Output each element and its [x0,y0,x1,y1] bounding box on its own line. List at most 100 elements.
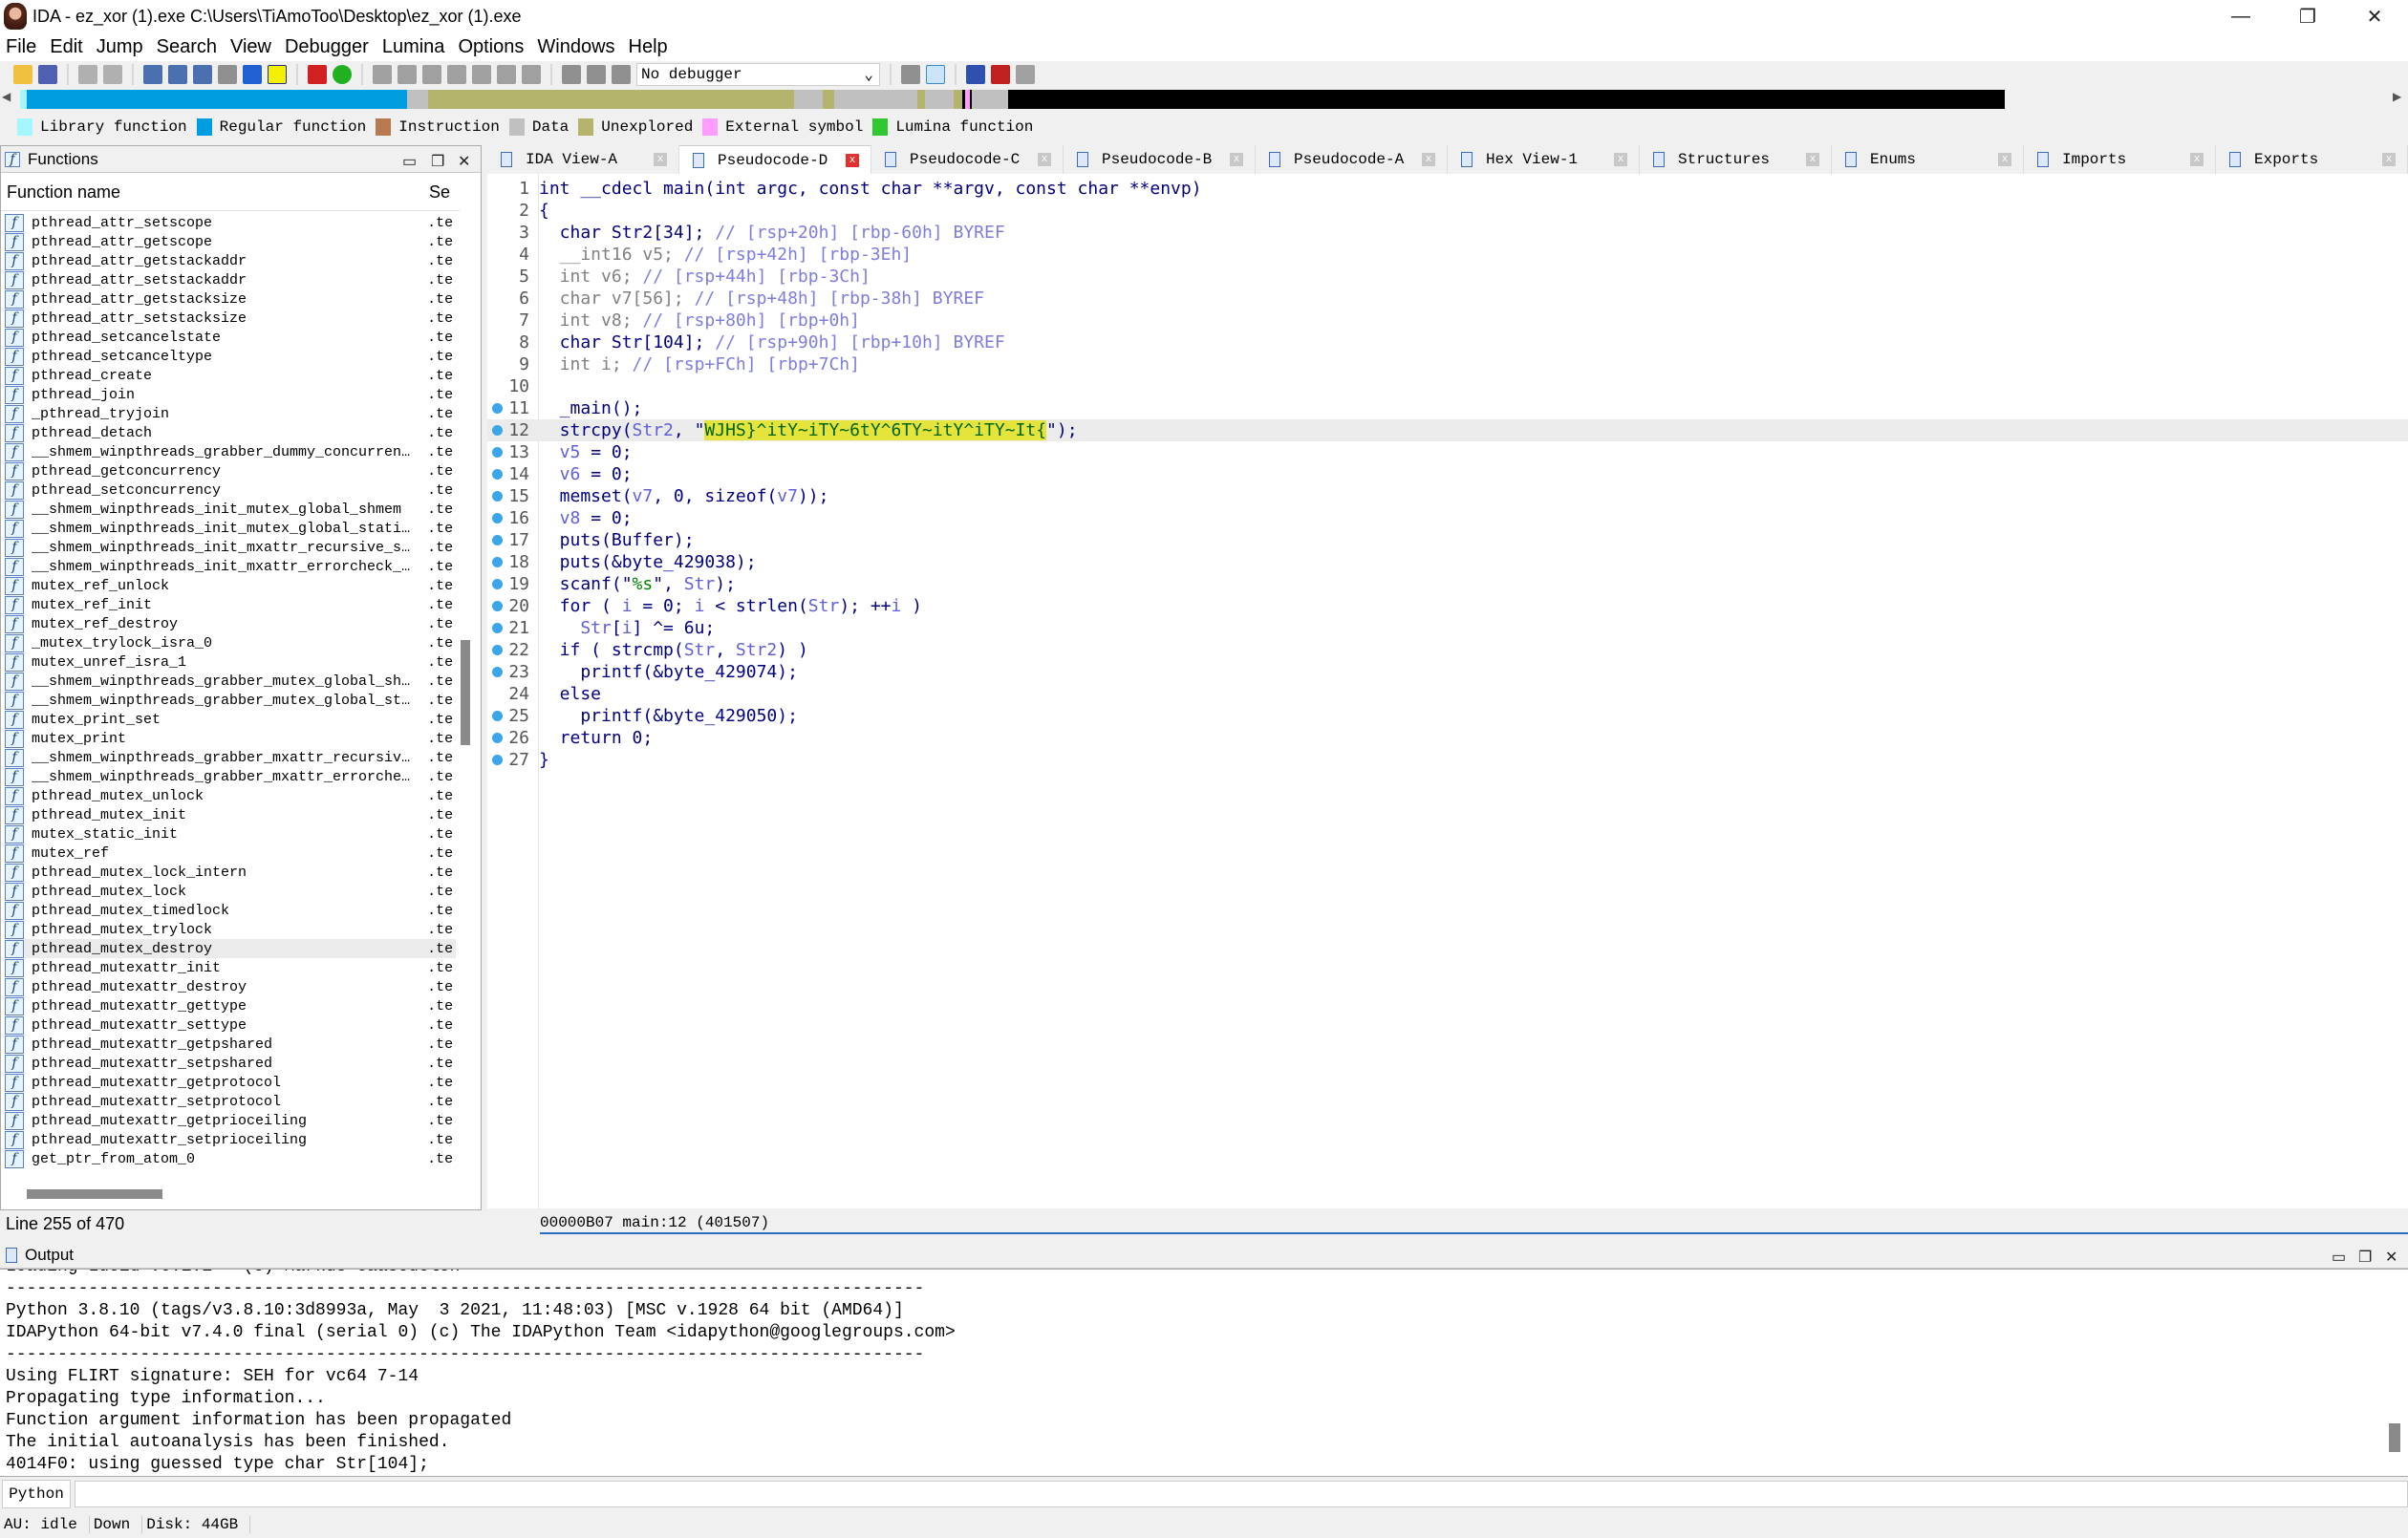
menu-file[interactable]: File [6,36,36,58]
debugger-select[interactable]: No debugger ⌄ [636,63,880,86]
function-row[interactable]: f pthread_mutex_destroy .te [5,939,456,958]
code-line[interactable]: 26 return 0; [487,727,2408,749]
function-row[interactable]: f __shmem_winpthreads_grabber_dummy_concu… [5,442,456,461]
breakpoint-dot-icon[interactable] [492,623,503,633]
close-tab-icon[interactable]: x [654,153,667,166]
float-panel-icon[interactable]: ❐ [431,152,444,171]
pause-icon[interactable] [587,65,606,84]
code-line[interactable]: 24 else [487,683,2408,705]
function-row[interactable]: f pthread_attr_setscope .te [5,213,456,232]
code-line[interactable]: 11 _main(); [487,397,2408,419]
nav-scroll-right-icon[interactable]: ▶ [2393,90,2404,109]
function-row[interactable]: f __shmem_winpthreads_grabber_mxattr_recu… [5,748,456,767]
breakpoint-dot-icon[interactable] [492,645,503,655]
code-line[interactable]: 16 v8 = 0; [487,507,2408,529]
function-row[interactable]: f pthread_mutexattr_setpshared .te [5,1054,456,1073]
close-tab-icon[interactable]: x [1230,153,1243,166]
breakpoint-dot-icon[interactable] [492,491,503,502]
close-tab-icon[interactable]: x [1422,153,1435,166]
code-line[interactable]: 27} [487,749,2408,771]
tab-ida-view-a[interactable]: IDA View-A x [487,145,679,174]
tab-structures[interactable]: Structures x [1640,145,1832,174]
code-line[interactable]: 14 v6 = 0; [487,463,2408,485]
close-tab-icon[interactable]: x [1614,153,1627,166]
function-row[interactable]: f pthread_mutex_lock .te [5,882,456,901]
jump-down-icon[interactable] [243,65,262,84]
function-row[interactable]: f _mutex_trylock_isra_0 .te [5,633,456,652]
breakpoint-dot-icon[interactable] [492,601,503,611]
function-row[interactable]: f pthread_mutexattr_getprotocol .te [5,1073,456,1092]
column-function-name[interactable]: Function name [1,182,429,203]
code-line[interactable]: 13 v5 = 0; [487,441,2408,463]
code-line[interactable]: 23 printf(&byte_429074); [487,661,2408,683]
breakpoint-dot-icon[interactable] [492,755,503,765]
breakpoint-dot-icon[interactable] [492,711,503,721]
code-line[interactable]: 15 memset(v7, 0, sizeof(v7)); [487,485,2408,507]
function-row[interactable]: f pthread_create .te [5,366,456,385]
code-line[interactable]: 7 int v8; // [rsp+80h] [rbp+0h] [487,310,2408,331]
function-row[interactable]: f pthread_mutexattr_destroy .te [5,977,456,996]
undefine-icon[interactable] [472,65,491,84]
breakpoint-dot-icon[interactable] [492,425,503,436]
function-row[interactable]: f pthread_mutexattr_init .te [5,958,456,977]
function-row[interactable]: f pthread_mutexattr_setprioceiling .te [5,1130,456,1149]
tab-pseudocode-b[interactable]: Pseudocode-B x [1064,145,1256,174]
text-search-icon[interactable] [168,65,187,84]
tab-hex-view-1[interactable]: Hex View-1 x [1448,145,1640,174]
function-row[interactable]: f __shmem_winpthreads_grabber_mxattr_erro… [5,767,456,786]
code-line[interactable]: 3 char Str2[34]; // [rsp+20h] [rbp-60h] … [487,222,2408,244]
python-language-button[interactable]: Python [2,1480,71,1508]
delete-icon[interactable] [522,65,541,84]
menu-help[interactable]: Help [629,36,668,58]
maximize-panel-icon[interactable]: ▭ [402,152,417,171]
function-row[interactable]: f __shmem_winpthreads_init_mutex_global_s… [5,519,456,538]
code-line[interactable]: 25 printf(&byte_429050); [487,705,2408,727]
function-row[interactable]: f mutex_ref_destroy .te [5,614,456,633]
function-row[interactable]: f pthread_attr_getstackaddr .te [5,251,456,270]
function-row[interactable]: f __shmem_winpthreads_grabber_mutex_globa… [5,691,456,710]
breakpoint-dot-icon[interactable] [492,667,503,677]
make-array-icon[interactable] [447,65,466,84]
pseudocode-view[interactable]: 1 int __cdecl main(int argc, const char *… [487,174,2408,1208]
start-debugger-icon[interactable] [562,65,581,84]
back-icon[interactable] [78,65,97,84]
close-button[interactable]: ✕ [2341,0,2408,32]
code-line[interactable]: 19 scanf("%s", Str); [487,573,2408,595]
function-row[interactable]: f pthread_mutex_trylock .te [5,920,456,939]
close-panel-icon[interactable]: ✕ [2385,1248,2397,1267]
function-row[interactable]: f mutex_ref .te [5,844,456,863]
function-row[interactable]: f mutex_print .te [5,729,456,748]
decompile-icon[interactable] [901,65,920,84]
output-scrollbar[interactable] [2389,1423,2400,1452]
function-row[interactable]: f mutex_ref_init .te [5,595,456,614]
function-row[interactable]: f pthread_mutex_timedlock .te [5,901,456,920]
function-row[interactable]: f mutex_unref_isra_1 .te [5,652,456,672]
navigation-band[interactable] [15,90,2390,109]
code-line[interactable]: 1 int __cdecl main(int argc, const char *… [487,178,2408,200]
code-line[interactable]: 17 puts(Buffer); [487,529,2408,551]
function-row[interactable]: f __shmem_winpthreads_grabber_mutex_globa… [5,672,456,691]
make-data-icon[interactable] [398,65,417,84]
function-row[interactable]: f pthread_detach .te [5,423,456,442]
function-row[interactable]: f pthread_attr_getstacksize .te [5,289,456,309]
code-line[interactable]: 9 int i; // [rsp+FCh] [rbp+7Ch] [487,353,2408,375]
forward-icon[interactable] [103,65,122,84]
breakpoint-dot-icon[interactable] [492,513,503,523]
tab-pseudocode-d[interactable]: Pseudocode-D x [679,145,871,174]
function-row[interactable]: f pthread_mutexattr_getpshared .te [5,1035,456,1054]
function-row[interactable]: f mutex_print_set .te [5,710,456,729]
close-tab-icon[interactable]: x [1806,153,1819,166]
menu-debugger[interactable]: Debugger [285,36,369,58]
code-line[interactable]: 5 int v6; // [rsp+44h] [rbp-3Ch] [487,266,2408,288]
tab-imports[interactable]: Imports x [2024,145,2216,174]
pseudocode-icon[interactable] [926,65,945,84]
binary-search-icon[interactable] [143,65,162,84]
menu-options[interactable]: Options [458,36,524,58]
open-icon[interactable] [13,65,32,84]
tab-enums[interactable]: Enums x [1832,145,2024,174]
menu-edit[interactable]: Edit [50,36,82,58]
close-tab-icon[interactable]: x [1038,153,1051,166]
save-icon[interactable] [38,65,57,84]
python-command-input[interactable] [75,1481,2408,1507]
minimize-button[interactable]: — [2207,0,2274,32]
